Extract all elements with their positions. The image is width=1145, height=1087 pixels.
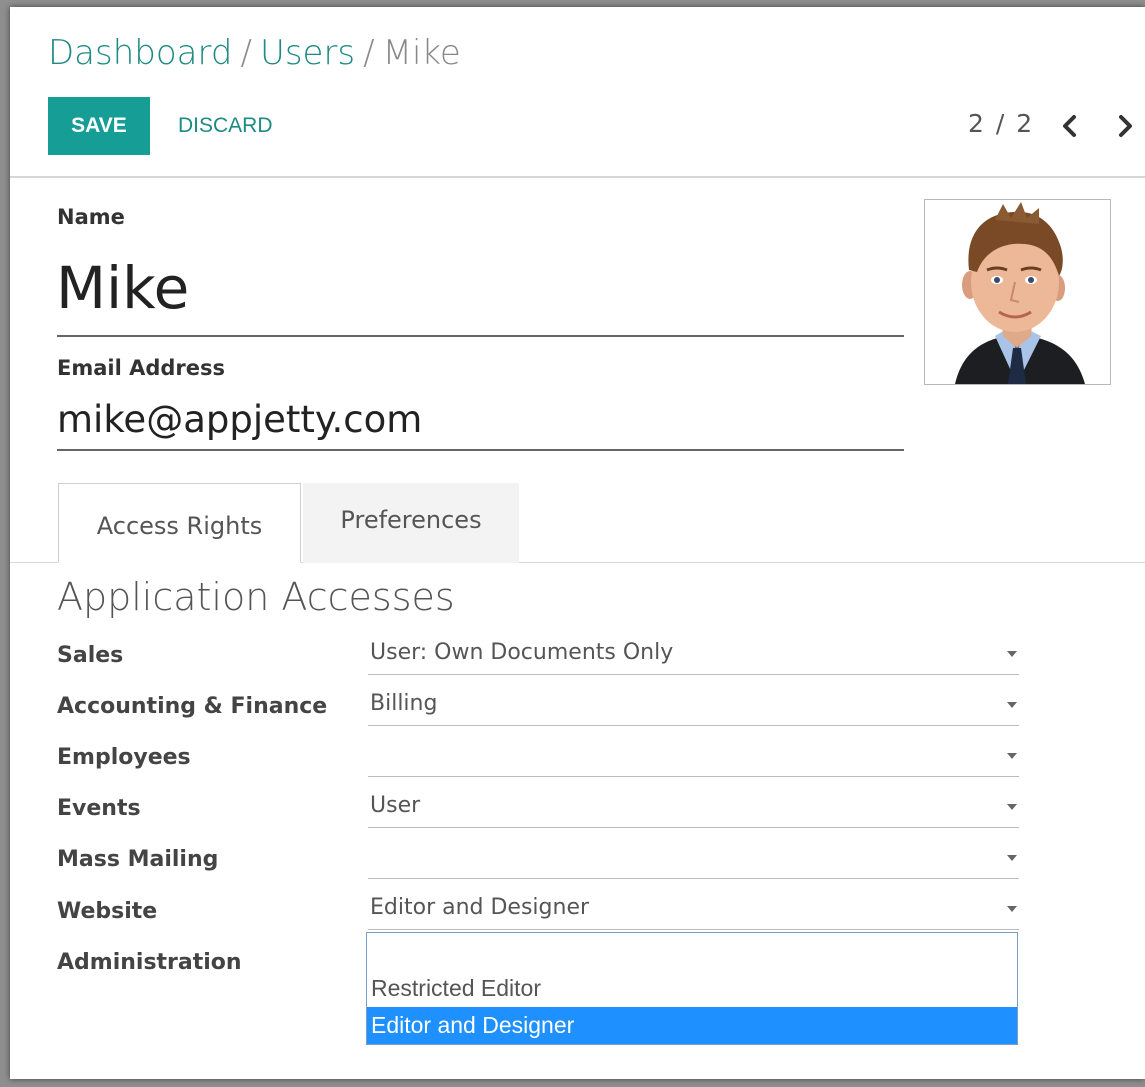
sales-label: Sales <box>57 643 124 668</box>
caret-down-icon <box>1007 804 1017 810</box>
email-label: Email Address <box>57 356 226 380</box>
caret-down-icon <box>1007 906 1017 912</box>
breadcrumb-separator: / <box>240 33 252 73</box>
events-label: Events <box>57 796 141 821</box>
avatar[interactable] <box>924 199 1111 385</box>
tab-access-rights[interactable]: Access Rights <box>58 483 301 563</box>
accounting-label: Accounting & Finance <box>57 694 328 719</box>
name-field[interactable]: Mike <box>56 253 189 323</box>
user-photo-icon <box>925 200 1110 384</box>
tab-preferences[interactable]: Preferences <box>303 483 519 563</box>
events-select-value: User <box>370 793 421 818</box>
breadcrumb-users[interactable]: Users <box>260 33 355 73</box>
discard-button[interactable]: DISCARD <box>178 97 273 155</box>
accounting-select-value: Billing <box>370 691 438 716</box>
caret-down-icon <box>1007 753 1017 759</box>
control-panel-divider <box>10 176 1145 178</box>
dropdown-option-editor-and-designer[interactable]: Editor and Designer <box>367 1007 1017 1044</box>
website-dropdown-list: Restricted Editor Editor and Designer <box>366 932 1018 1045</box>
pager-value: 2 / 2 <box>968 109 1035 138</box>
breadcrumb: Dashboard / Users / Mike <box>48 33 461 73</box>
chevron-right-icon[interactable] <box>1110 111 1140 141</box>
name-underline <box>57 335 904 337</box>
caret-down-icon <box>1007 651 1017 657</box>
administration-label: Administration <box>57 950 242 975</box>
website-select[interactable]: Editor and Designer <box>368 892 1019 930</box>
mass-mailing-select[interactable] <box>368 841 1019 879</box>
section-title: Application Accesses <box>57 575 455 619</box>
dropdown-option-restricted-editor[interactable]: Restricted Editor <box>367 970 1017 1007</box>
dropdown-option-empty[interactable] <box>367 933 1017 970</box>
name-label: Name <box>57 205 125 229</box>
sales-select[interactable]: User: Own Documents Only <box>368 637 1019 675</box>
caret-down-icon <box>1007 855 1017 861</box>
sales-select-value: User: Own Documents Only <box>370 640 674 665</box>
breadcrumb-dashboard[interactable]: Dashboard <box>48 33 232 73</box>
mass-mailing-label: Mass Mailing <box>57 847 219 872</box>
website-label: Website <box>57 899 158 924</box>
breadcrumb-separator: / <box>363 33 375 73</box>
employees-select[interactable] <box>368 739 1019 777</box>
save-button[interactable]: SAVE <box>48 97 150 155</box>
chevron-left-icon[interactable] <box>1055 111 1085 141</box>
email-field[interactable]: mike@appjetty.com <box>57 396 422 444</box>
email-underline <box>57 449 904 451</box>
form-view: Dashboard / Users / Mike SAVE DISCARD 2 / 2 … <box>10 7 1145 1079</box>
caret-down-icon <box>1007 702 1017 708</box>
employees-label: Employees <box>57 745 191 770</box>
events-select[interactable]: User <box>368 790 1019 828</box>
website-select-value: Editor and Designer <box>370 895 590 920</box>
breadcrumb-current: Mike <box>382 33 461 73</box>
accounting-select[interactable]: Billing <box>368 688 1019 726</box>
